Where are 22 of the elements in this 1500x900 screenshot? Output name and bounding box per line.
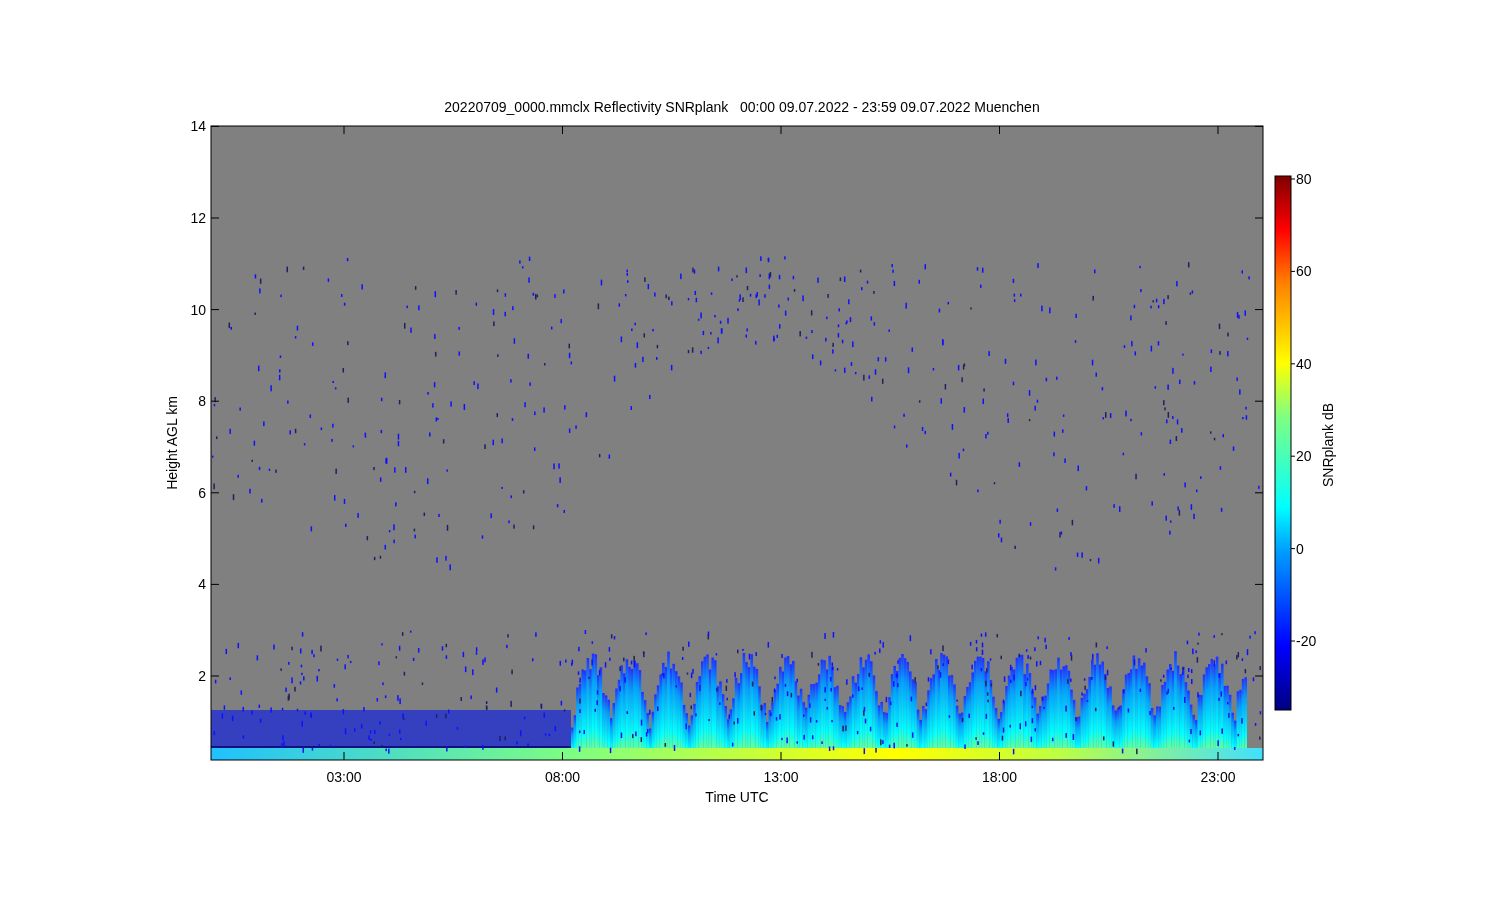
x-tick-label: 13:00 <box>763 769 799 785</box>
chart-title: 20220709_0000.mmclx Reflectivity SNRplank 00:00 09.07.2022 - 23:59 09.07.2022 Muenchen <box>444 99 1040 115</box>
colorbar-label: SNRplank dB <box>1320 403 1336 487</box>
y-tick-label: 4 <box>198 576 206 593</box>
colorbar-tick-label: 20 <box>1296 448 1312 465</box>
y-tick-label: 14 <box>190 118 206 135</box>
y-tick-label: 6 <box>198 484 206 501</box>
colorbar-tick-label: 80 <box>1296 171 1312 187</box>
x-axis-label: Time UTC <box>705 789 769 805</box>
x-tick-label: 18:00 <box>982 769 1017 785</box>
y-tick-label: 2 <box>198 668 206 684</box>
x-tick-label: 23:00 <box>1200 769 1236 785</box>
x-tick-label: 08:00 <box>545 769 580 785</box>
y-axis-label: Height AGL km <box>164 396 180 490</box>
colorbar-tick-label: 40 <box>1296 355 1312 372</box>
colorbar-tick-label: 60 <box>1296 263 1312 280</box>
y-tick-label: 8 <box>198 393 206 410</box>
colorbar-tick-label: 0 <box>1296 540 1304 557</box>
y-tick-label: 12 <box>190 210 206 226</box>
x-tick-label: 03:00 <box>326 769 362 785</box>
colorbar-tick-label: -20 <box>1296 633 1317 649</box>
y-tick-label: 10 <box>190 301 206 318</box>
